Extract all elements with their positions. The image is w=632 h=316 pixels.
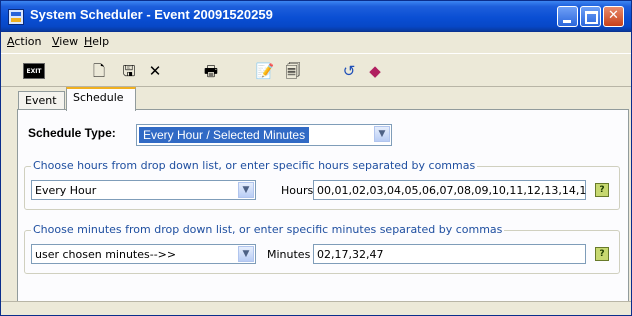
app-icon (8, 9, 24, 25)
status-bar (1, 301, 631, 315)
properties-icon[interactable]: 🗐 (283, 62, 303, 80)
tab-event[interactable]: Event (18, 91, 65, 110)
menu-bar: Action View Help (1, 32, 631, 52)
delete-icon[interactable]: ✕ (145, 62, 165, 80)
minutes-dropdown[interactable]: user chosen minutes-->> ▼ (31, 244, 256, 264)
schedule-type-value: Every Hour / Selected Minutes (139, 127, 310, 143)
print-icon[interactable]: 🖶 (201, 62, 221, 80)
minutes-dropdown-value: user chosen minutes-->> (35, 248, 177, 261)
exit-button[interactable]: EXIT (23, 63, 45, 79)
window-title: System Scheduler - Event 20091520259 (30, 7, 273, 22)
chevron-down-icon[interactable]: ▼ (238, 182, 254, 198)
tab-strip: Event Schedule (1, 87, 631, 111)
schedule-type-select[interactable]: Every Hour / Selected Minutes ▼ (136, 124, 392, 146)
tab-event-label: Event (25, 94, 57, 107)
erase-icon[interactable]: ◆ (365, 62, 385, 80)
close-button[interactable] (603, 6, 624, 27)
chevron-down-icon[interactable]: ▼ (238, 246, 254, 262)
hours-dropdown[interactable]: Every Hour ▼ (31, 180, 256, 200)
menu-action-label: ction (14, 35, 42, 48)
minutes-input-value: 02,17,32,47 (317, 248, 384, 261)
refresh-icon[interactable]: ↺ (339, 62, 359, 80)
scheduler-window: System Scheduler - Event 20091520259 Act… (0, 0, 632, 316)
menu-help[interactable]: Help (84, 35, 109, 48)
hours-group: Choose hours from drop down list, or ent… (24, 159, 620, 210)
schedule-panel: Schedule Type: Every Hour / Selected Min… (17, 109, 629, 315)
menu-help-label: elp (92, 35, 110, 48)
minutes-label: Minutes (267, 248, 311, 261)
toolbar: EXIT 🗋 🖫 ✕ 🖶 📝 🗐 ↺ ◆ (1, 53, 631, 87)
schedule-type-label: Schedule Type: (28, 126, 116, 140)
hours-label: Hours (281, 184, 314, 197)
menu-view[interactable]: View (52, 35, 78, 48)
minutes-input[interactable]: 02,17,32,47 (313, 244, 586, 264)
help-icon[interactable]: ? (595, 247, 609, 261)
menu-view-label: iew (59, 35, 79, 48)
maximize-button[interactable] (580, 6, 601, 27)
tab-schedule[interactable]: Schedule (66, 87, 136, 111)
minimize-button[interactable] (557, 6, 578, 27)
menu-action[interactable]: Action (7, 35, 41, 48)
new-document-icon[interactable]: 🗋 (89, 62, 109, 80)
hours-input-value: 00,01,02,03,04,05,06,07,08,09,10,11,12,1… (317, 184, 587, 197)
tab-schedule-label: Schedule (73, 91, 124, 104)
chevron-down-icon[interactable]: ▼ (374, 126, 390, 142)
save-icon[interactable]: 🖫 (119, 62, 139, 80)
hours-dropdown-value: Every Hour (35, 184, 97, 197)
minutes-group: Choose minutes from drop down list, or e… (24, 223, 620, 274)
title-bar[interactable]: System Scheduler - Event 20091520259 (1, 1, 631, 32)
minutes-legend: Choose minutes from drop down list, or e… (31, 223, 505, 236)
hours-input[interactable]: 00,01,02,03,04,05,06,07,08,09,10,11,12,1… (313, 180, 586, 200)
help-icon[interactable]: ? (595, 183, 609, 197)
hours-legend: Choose hours from drop down list, or ent… (31, 159, 478, 172)
edit-icon[interactable]: 📝 (255, 62, 275, 80)
